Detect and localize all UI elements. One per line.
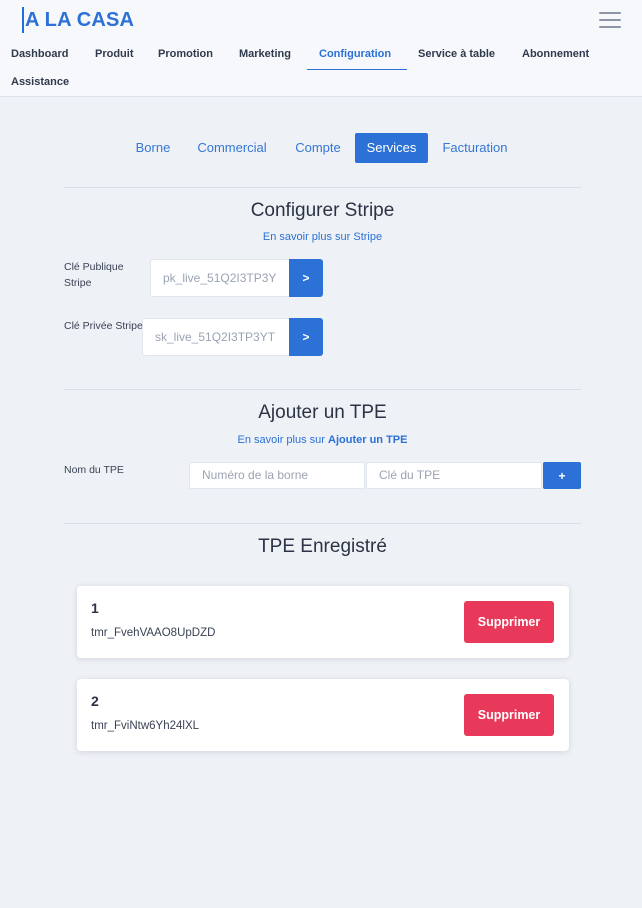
hamburger-menu-icon[interactable] bbox=[599, 12, 621, 28]
public-key-label: Clé Publique Stripe bbox=[64, 261, 124, 289]
tab-borne[interactable]: Borne bbox=[130, 133, 176, 163]
divider bbox=[64, 389, 581, 390]
config-tabs: Borne Commercial Compte Services Factura… bbox=[0, 133, 642, 163]
main-nav: Dashboard Produit Promotion Marketing Co… bbox=[0, 41, 642, 97]
nav-item-marketing[interactable]: Marketing bbox=[239, 48, 291, 60]
stripe-learn-more-link[interactable]: En savoir plus sur Stripe bbox=[64, 231, 581, 243]
tab-facturation[interactable]: Facturation bbox=[434, 133, 516, 163]
logo-text: A LA CASA bbox=[25, 8, 135, 31]
nav-item-promotion[interactable]: Promotion bbox=[158, 48, 213, 60]
tpe-key-input[interactable]: Clé du TPE bbox=[366, 462, 542, 489]
tpe-link-bold: Ajouter un TPE bbox=[328, 434, 408, 446]
borne-number-input[interactable]: Numéro de la borne bbox=[189, 462, 365, 489]
private-key-submit-button[interactable]: > bbox=[289, 318, 323, 356]
nav-item-assistance[interactable]: Assistance bbox=[11, 76, 69, 88]
tpe-name-label: Nom du TPE bbox=[64, 464, 124, 476]
tpe-card-id: tmr_FvehVAAO8UpDZD bbox=[91, 627, 216, 639]
tpe-card-id: tmr_FviNtw6Yh24lXL bbox=[91, 720, 200, 732]
active-nav-indicator bbox=[307, 69, 407, 70]
tpe-card: 1 tmr_FvehVAAO8UpDZD Supprimer bbox=[77, 586, 569, 658]
nav-item-abonnement[interactable]: Abonnement bbox=[522, 48, 589, 60]
tpe-card: 2 tmr_FviNtw6Yh24lXL Supprimer bbox=[77, 679, 569, 751]
plus-icon: + bbox=[558, 468, 566, 483]
tpe-card-number: 1 bbox=[91, 600, 99, 616]
tpe-link-prefix: En savoir plus sur bbox=[237, 434, 325, 446]
tab-commercial[interactable]: Commercial bbox=[188, 133, 276, 163]
chevron-right-icon: > bbox=[302, 271, 310, 285]
tpe-section-title: Ajouter un TPE bbox=[258, 402, 387, 423]
text-cursor bbox=[22, 7, 24, 33]
nav-item-dashboard[interactable]: Dashboard bbox=[11, 48, 68, 60]
delete-tpe-button[interactable]: Supprimer bbox=[464, 601, 554, 643]
top-bar: A LA CASA bbox=[0, 0, 642, 41]
nav-item-produit[interactable]: Produit bbox=[95, 48, 134, 60]
private-key-label: Clé Privée Stripe bbox=[64, 320, 143, 332]
add-tpe-button[interactable]: + bbox=[543, 462, 581, 489]
divider bbox=[64, 187, 581, 188]
delete-tpe-button[interactable]: Supprimer bbox=[464, 694, 554, 736]
tpe-card-number: 2 bbox=[91, 693, 99, 709]
stripe-section-title: Configurer Stripe bbox=[250, 200, 395, 221]
private-key-input[interactable]: sk_live_51Q2I3TP3YT bbox=[142, 318, 289, 356]
nav-item-service-a-table[interactable]: Service à table bbox=[418, 48, 495, 60]
tpe-learn-more-link[interactable]: En savoir plus sur Ajouter un TPE bbox=[64, 434, 581, 446]
tab-services[interactable]: Services bbox=[355, 133, 428, 163]
public-key-submit-button[interactable]: > bbox=[289, 259, 323, 297]
nav-item-configuration[interactable]: Configuration bbox=[319, 48, 391, 60]
public-key-input[interactable]: pk_live_51Q2I3TP3Y bbox=[150, 259, 289, 297]
registered-tpe-title: TPE Enregistré bbox=[258, 536, 387, 557]
chevron-right-icon: > bbox=[302, 330, 310, 344]
logo[interactable]: A LA CASA bbox=[22, 6, 134, 34]
tab-compte[interactable]: Compte bbox=[286, 133, 350, 163]
divider bbox=[64, 523, 581, 524]
